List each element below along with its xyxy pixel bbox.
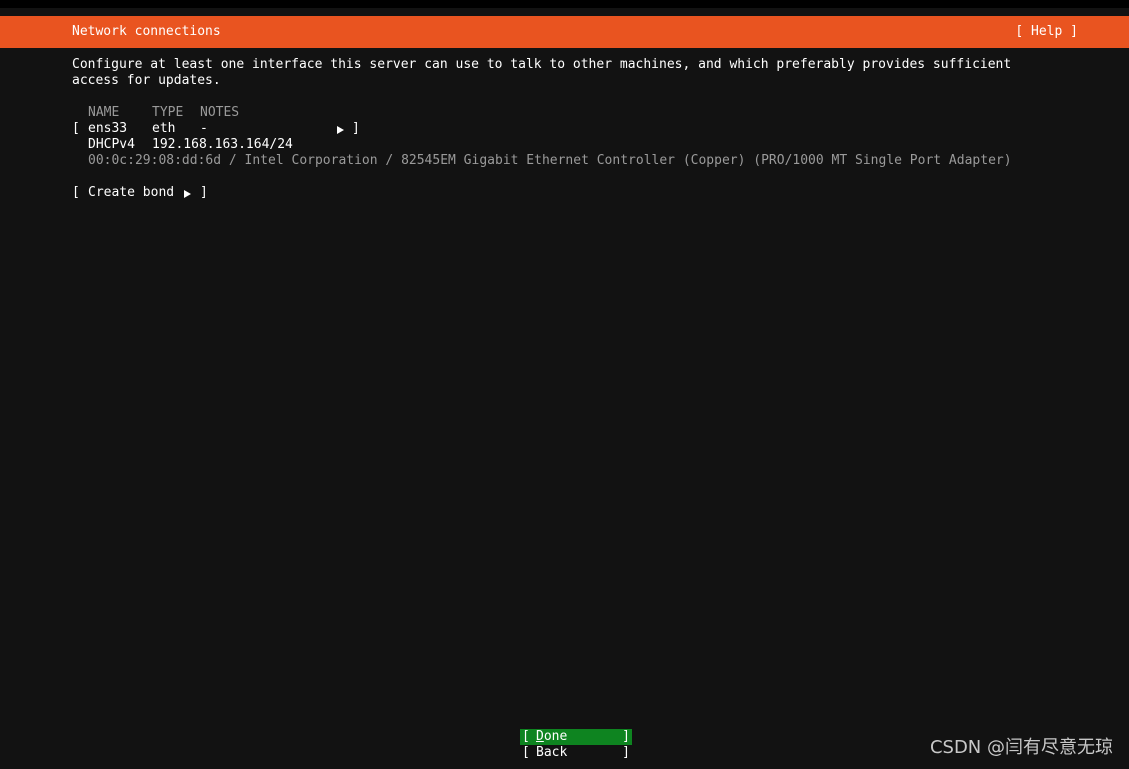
interface-row-ens33[interactable]: [ ens33 eth - ] (72, 121, 372, 137)
top-border-strip (0, 0, 1129, 8)
done-button[interactable]: [ Done ] (520, 729, 632, 745)
title-bar: Network connections [ Help ] (0, 16, 1129, 48)
done-label: Done (536, 729, 567, 745)
column-header-name: NAME (88, 105, 120, 120)
back-open-bracket: [ (522, 745, 530, 760)
submenu-arrow-icon (337, 122, 344, 138)
back-label: Back (536, 745, 568, 760)
table-header-row: NAME TYPE NOTES (72, 105, 272, 121)
bond-open-bracket: [ (72, 185, 80, 200)
row-close-bracket: ] (352, 121, 360, 136)
help-button[interactable]: [ Help ] (1015, 24, 1078, 40)
done-close-bracket: ] (622, 729, 630, 744)
column-header-type: TYPE (152, 105, 184, 120)
submenu-arrow-icon (184, 186, 191, 202)
done-hotkey-letter: D (536, 729, 544, 744)
done-label-rest: one (543, 729, 568, 744)
hardware-info: 00:0c:29:08:dd:6d / Intel Corporation / … (88, 153, 1012, 168)
create-bond-label: Create bond (88, 185, 175, 200)
interface-type: eth (152, 121, 176, 136)
back-close-bracket: ] (622, 745, 630, 760)
row-open-bracket: [ (72, 121, 80, 136)
column-header-notes: NOTES (200, 105, 240, 120)
interface-notes: - (200, 121, 208, 136)
ip-address: 192.168.163.164/24 (152, 137, 293, 152)
interface-address-row: DHCPv4 192.168.163.164/24 (72, 137, 372, 153)
back-button[interactable]: [ Back ] (520, 745, 632, 761)
bond-close-bracket: ] (200, 185, 208, 200)
interface-hardware-row: 00:0c:29:08:dd:6d / Intel Corporation / … (72, 153, 1052, 169)
address-method: DHCPv4 (88, 137, 135, 152)
done-open-bracket: [ (522, 729, 530, 744)
page-title: Network connections (72, 24, 221, 39)
interface-name: ens33 (88, 121, 128, 136)
description-text: Configure at least one interface this se… (72, 57, 1020, 88)
create-bond-button[interactable]: [ Create bond ] (72, 185, 212, 201)
watermark-text: CSDN @闫有尽意无琼 (929, 737, 1113, 758)
